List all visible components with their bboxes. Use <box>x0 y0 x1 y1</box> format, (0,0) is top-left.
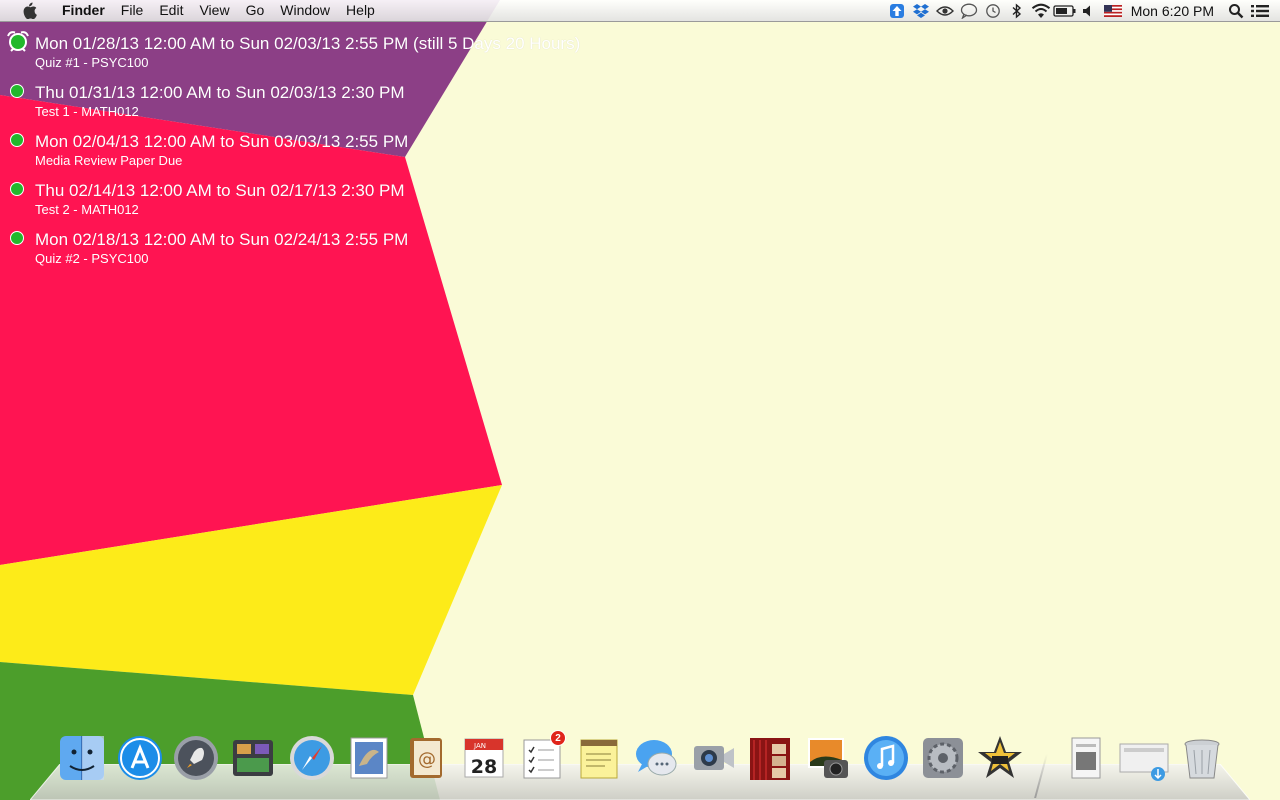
event-item[interactable]: Mon 02/18/13 12:00 AM to Sun 02/24/13 2:… <box>10 230 580 279</box>
contacts-icon[interactable]: @ <box>400 732 452 784</box>
messages-icon[interactable] <box>630 732 682 784</box>
event-time-range: Thu 02/14/13 12:00 AM to Sun 02/17/13 2:… <box>35 181 405 200</box>
event-time-range: Mon 02/18/13 12:00 AM to Sun 02/24/13 2:… <box>35 230 409 249</box>
event-status-dot-icon <box>10 231 24 245</box>
dock: @ JAN 28 2 <box>0 724 1280 800</box>
wifi-icon[interactable] <box>1029 2 1053 20</box>
event-time-range: Thu 01/31/13 12:00 AM to Sun 02/03/13 2:… <box>35 83 405 102</box>
event-title: Test 1 - MATH012 <box>35 104 139 119</box>
menu-app-finder[interactable]: Finder <box>54 0 113 21</box>
eye-icon[interactable] <box>933 2 957 20</box>
event-item[interactable]: Mon 01/28/13 12:00 AM to Sun 02/03/13 2:… <box>7 31 581 83</box>
event-title: Quiz #2 - PSYC100 <box>35 251 149 266</box>
app-store-icon[interactable] <box>114 732 166 784</box>
menu-edit[interactable]: Edit <box>151 0 191 21</box>
calendar-month-label: JAN <box>473 742 486 750</box>
event-item[interactable]: Thu 01/31/13 12:00 AM to Sun 02/03/13 2:… <box>10 83 580 132</box>
itunes-icon[interactable] <box>860 732 912 784</box>
launchpad-icon[interactable] <box>170 732 222 784</box>
documents-stack-icon[interactable] <box>1060 732 1112 784</box>
event-status-dot-icon <box>10 182 24 196</box>
menu-window[interactable]: Window <box>272 0 338 21</box>
iphoto-icon[interactable] <box>802 732 854 784</box>
volume-icon[interactable] <box>1077 2 1101 20</box>
menu-help[interactable]: Help <box>338 0 383 21</box>
alarm-clock-icon <box>7 31 29 52</box>
upload-arrow-icon[interactable] <box>885 2 909 20</box>
notes-icon[interactable] <box>573 732 625 784</box>
mission-control-icon[interactable] <box>227 732 279 784</box>
finder-icon[interactable] <box>56 732 108 784</box>
event-title: Test 2 - MATH012 <box>35 202 139 217</box>
speech-bubble-icon[interactable] <box>957 2 981 20</box>
event-status-dot-icon <box>10 84 24 98</box>
event-item[interactable]: Mon 02/04/13 12:00 AM to Sun 03/03/13 2:… <box>10 132 580 181</box>
bluetooth-icon[interactable] <box>1005 2 1029 20</box>
apple-logo-icon[interactable] <box>18 2 40 19</box>
notification-center-icon[interactable] <box>1248 2 1272 20</box>
svg-text:@: @ <box>418 749 436 770</box>
reminders-icon[interactable]: 2 <box>516 730 568 784</box>
event-time-range: Mon 02/04/13 12:00 AM to Sun 03/03/13 2:… <box>35 132 409 151</box>
calendar-day-label: 28 <box>471 756 497 778</box>
dropbox-icon[interactable] <box>909 2 933 20</box>
safari-icon[interactable] <box>286 732 338 784</box>
event-title: Quiz #1 - PSYC100 <box>35 55 149 70</box>
us-flag-icon[interactable] <box>1101 2 1125 20</box>
battery-icon[interactable] <box>1053 2 1077 20</box>
menu-go[interactable]: Go <box>238 0 273 21</box>
menu-view[interactable]: View <box>191 0 237 21</box>
event-time-range: Mon 01/28/13 12:00 AM to Sun 02/03/13 2:… <box>35 34 581 53</box>
time-machine-icon[interactable] <box>981 2 1005 20</box>
calendar-icon[interactable]: JAN 28 <box>458 732 510 784</box>
trash-icon[interactable] <box>1176 732 1228 784</box>
photo-booth-icon[interactable] <box>744 732 796 784</box>
downloads-stack-icon[interactable] <box>1118 732 1170 784</box>
imovie-icon[interactable] <box>974 732 1026 784</box>
facetime-icon[interactable] <box>688 732 740 784</box>
calendar-events-widget: Mon 01/28/13 12:00 AM to Sun 02/03/13 2:… <box>7 31 581 279</box>
event-title: Media Review Paper Due <box>35 153 183 168</box>
mail-icon[interactable] <box>343 732 395 784</box>
spotlight-search-icon[interactable] <box>1224 2 1248 20</box>
system-preferences-icon[interactable] <box>917 732 969 784</box>
menu-file[interactable]: File <box>113 0 152 21</box>
menu-clock[interactable]: Mon 6:20 PM <box>1125 3 1224 19</box>
event-status-dot-icon <box>10 133 24 147</box>
menu-bar: Finder File Edit View Go Window Help Mon… <box>0 0 1280 22</box>
reminders-badge: 2 <box>550 730 566 746</box>
event-item[interactable]: Thu 02/14/13 12:00 AM to Sun 02/17/13 2:… <box>10 181 580 230</box>
